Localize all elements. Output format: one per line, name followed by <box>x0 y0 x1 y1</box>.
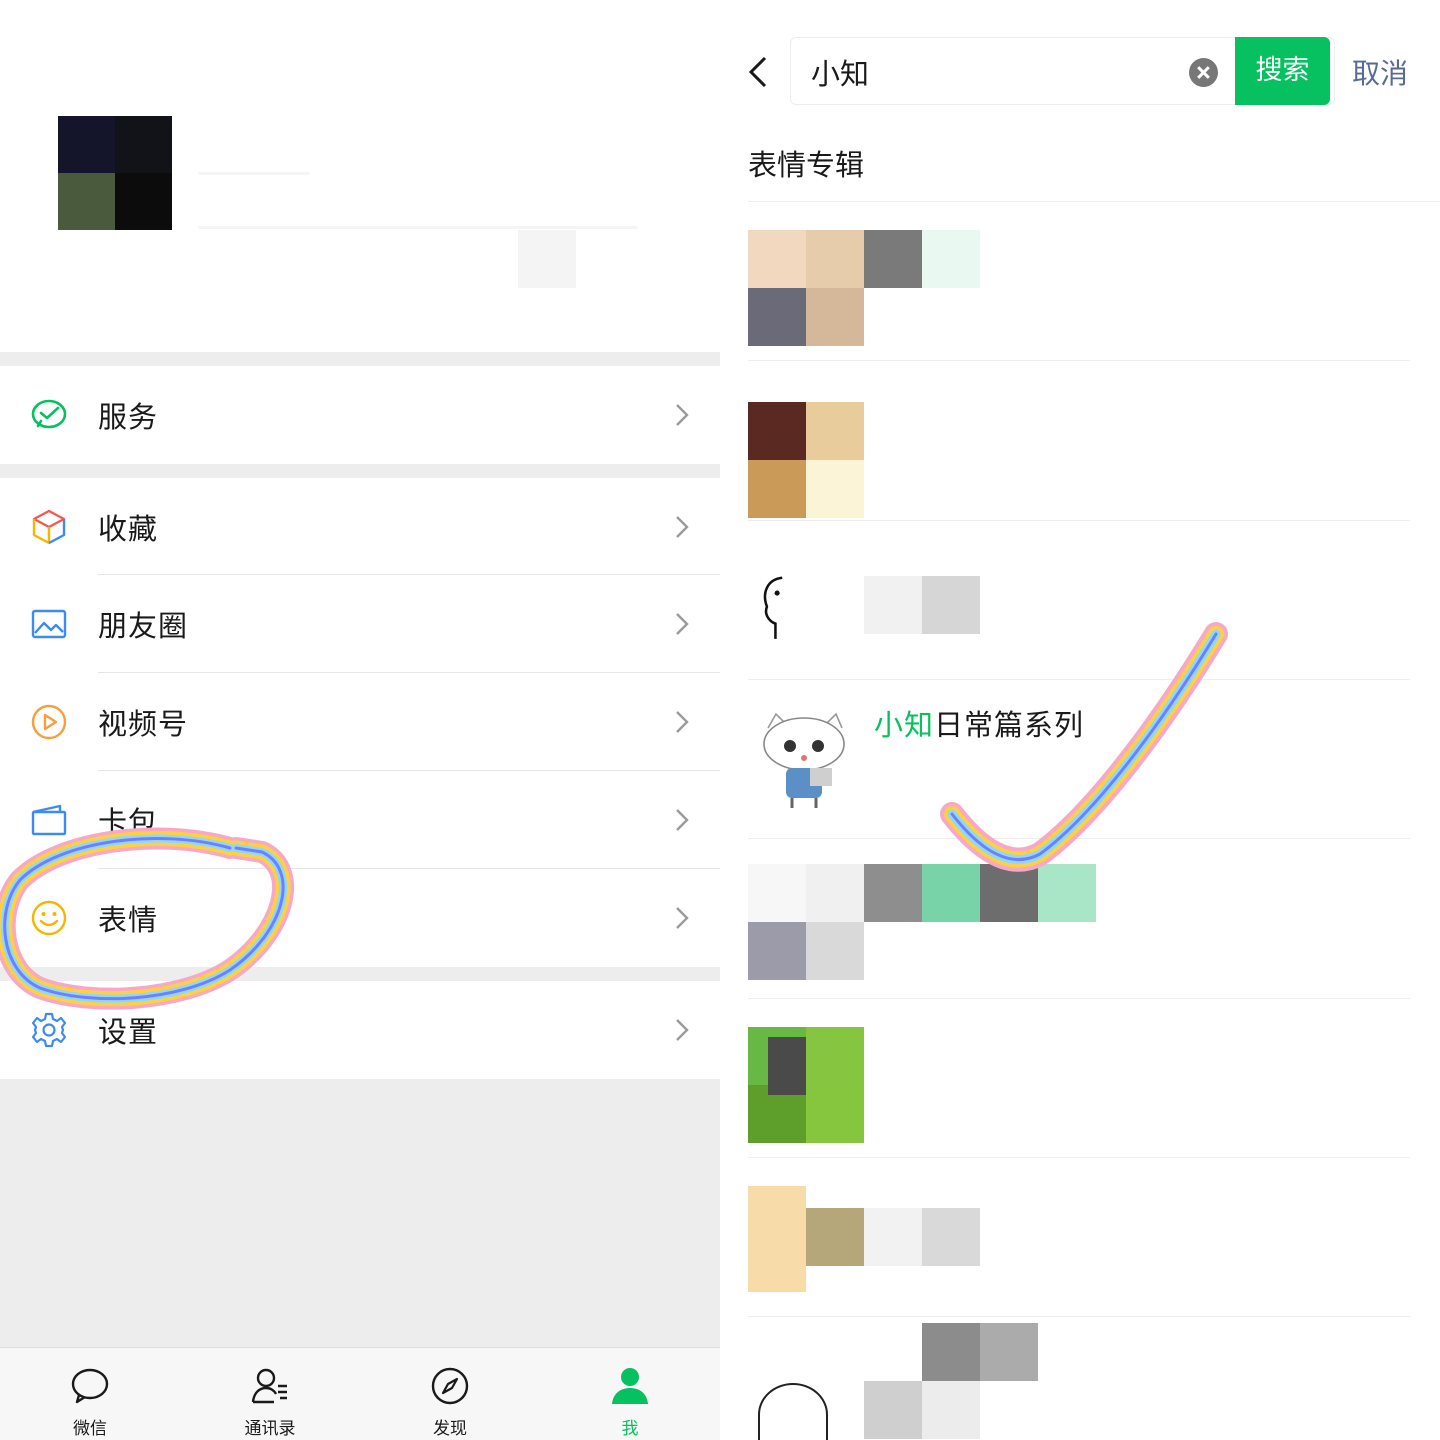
search-button[interactable]: 搜索 <box>1235 37 1330 105</box>
back-arrow-icon[interactable] <box>746 54 770 90</box>
sticker-thumbnail-redacted <box>748 230 988 346</box>
list-item-featured[interactable]: 小知日常篇系列 <box>748 680 1440 839</box>
clear-icon[interactable] <box>1189 58 1218 87</box>
menu-row-favorites[interactable]: 收藏 <box>0 478 720 576</box>
bottom-tab-bar: 微信 通讯录 发现 我 <box>0 1347 720 1440</box>
image-icon <box>31 609 67 639</box>
chevron-right-icon <box>676 613 689 635</box>
chevron-right-icon <box>676 809 689 831</box>
search-input[interactable] <box>811 52 1171 92</box>
menu-row-stickers[interactable]: 表情 <box>0 869 720 967</box>
chevron-right-icon <box>676 1019 689 1041</box>
list-item[interactable] <box>748 521 1440 680</box>
sticker-thumbnail-redacted <box>748 1323 1048 1440</box>
menu-label-services: 服务 <box>98 400 159 434</box>
contacts-icon <box>251 1368 287 1404</box>
menu-label-settings: 设置 <box>98 1015 159 1049</box>
menu-label-favorites: 收藏 <box>98 512 159 546</box>
profile-nickname-redacted <box>198 172 310 175</box>
profile-header[interactable] <box>0 0 720 352</box>
list-item[interactable] <box>748 840 1440 999</box>
compass-icon <box>431 1367 469 1405</box>
cat-sticker-thumbnail <box>763 712 845 808</box>
menu-row-settings[interactable]: 设置 <box>0 981 720 1079</box>
cube-icon <box>32 509 66 545</box>
gear-icon <box>31 1012 67 1048</box>
tab-discover[interactable]: 发现 <box>390 1348 510 1440</box>
profile-status-redacted <box>518 230 576 288</box>
card-wallet-icon <box>31 804 67 836</box>
menu-row-services[interactable]: 服务 <box>0 366 720 464</box>
query-highlight: 小知 <box>874 708 935 742</box>
result-title: 小知日常篇系列 <box>874 702 1084 744</box>
sticker-thumbnail-redacted <box>864 576 984 634</box>
tab-label: 微信 <box>73 1419 107 1439</box>
chat-bubble-icon <box>71 1368 109 1404</box>
tab-contacts[interactable]: 通讯录 <box>210 1348 330 1440</box>
person-icon <box>612 1368 648 1404</box>
sticker-thumbnail <box>763 576 783 639</box>
sticker-thumbnail-redacted <box>748 864 1098 980</box>
tab-me[interactable]: 我 <box>570 1348 690 1440</box>
chevron-right-icon <box>676 907 689 929</box>
menu-label-cards: 卡包 <box>98 805 159 839</box>
menu-row-cards[interactable]: 卡包 <box>0 771 720 869</box>
chevron-right-icon <box>676 516 689 538</box>
list-item[interactable] <box>748 1158 1440 1317</box>
play-icon <box>31 704 67 740</box>
chevron-right-icon <box>676 404 689 426</box>
menu-label-channels: 视频号 <box>98 707 189 741</box>
sticker-thumbnail-redacted <box>748 1186 988 1292</box>
menu-row-channels[interactable]: 视频号 <box>0 673 720 771</box>
list-item[interactable] <box>748 202 1440 361</box>
chevron-right-icon <box>676 711 689 733</box>
cancel-button[interactable]: 取消 <box>1352 52 1408 92</box>
list-item[interactable] <box>748 999 1440 1158</box>
wechat-pay-icon <box>31 399 67 429</box>
menu-label-stickers: 表情 <box>98 903 159 937</box>
section-title: 表情专辑 <box>748 148 865 182</box>
tab-label: 发现 <box>433 1419 467 1439</box>
list-item[interactable] <box>748 362 1440 521</box>
result-title-rest: 日常篇系列 <box>934 708 1085 742</box>
smile-icon <box>31 900 67 936</box>
tab-chats[interactable]: 微信 <box>30 1348 150 1440</box>
sticker-thumbnail-redacted <box>748 402 868 518</box>
sticker-thumbnail-redacted <box>748 1027 868 1143</box>
tab-label: 通讯录 <box>244 1419 296 1439</box>
list-item[interactable] <box>748 1317 1440 1440</box>
menu-row-moments[interactable]: 朋友圈 <box>0 575 720 673</box>
profile-id-redacted <box>198 226 638 229</box>
menu-label-moments: 朋友圈 <box>98 609 189 643</box>
avatar[interactable] <box>58 116 172 230</box>
me-page: 服务 收藏 朋友圈 视频号 卡包 表情 设置 微信 通讯录 发现 我 <box>0 0 720 1440</box>
tab-label: 我 <box>621 1419 639 1439</box>
page-background <box>0 1079 720 1347</box>
sticker-search-page: 搜索 取消 表情专辑 <box>720 0 1440 1440</box>
